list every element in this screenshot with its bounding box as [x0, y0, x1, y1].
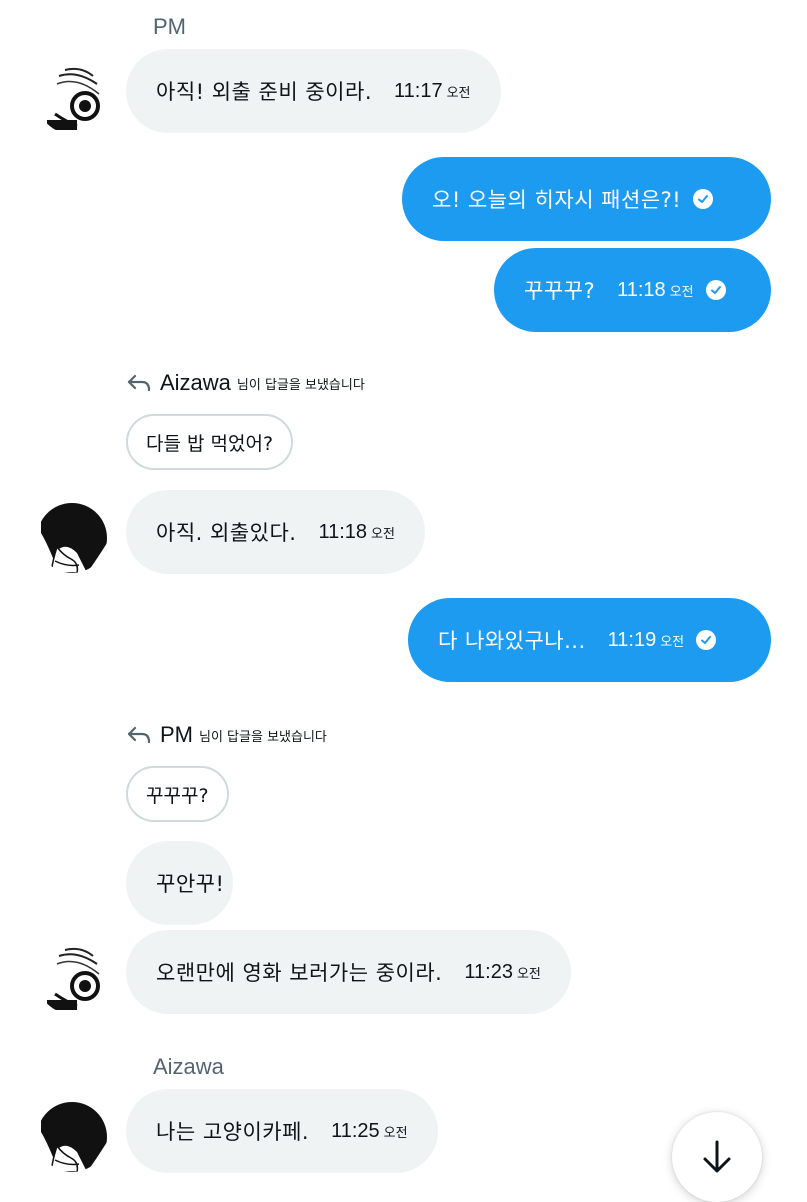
- reply-header: PM 님이 답글을 보냈습니다: [126, 720, 327, 750]
- read-check-icon: [696, 630, 717, 650]
- message-text: 꾸꾸꾸?: [524, 279, 596, 303]
- message-ampm: 오전: [371, 526, 395, 542]
- message-ampm: 오전: [669, 284, 694, 300]
- avatar-aizawa-image: [37, 1102, 107, 1172]
- avatar-pm-image: [37, 944, 107, 1014]
- message-ampm: 오전: [446, 85, 471, 101]
- reply-user-name: Aizawa: [160, 370, 231, 395]
- message-text: 아직! 외출 준비 중이라.: [156, 80, 372, 104]
- avatar-pm-image: [37, 64, 107, 134]
- message-time: 11:17: [394, 79, 443, 102]
- message-bubble[interactable]: 꾸안꾸!: [126, 841, 233, 925]
- reply-header: Aizawa 님이 답글을 보냈습니다: [126, 368, 365, 398]
- quoted-message[interactable]: 다들 밥 먹었어?: [126, 414, 294, 470]
- message-ampm: 오전: [383, 1125, 408, 1141]
- message-time: 11:23: [464, 960, 513, 983]
- message-bubble[interactable]: 오랜만에 영화 보러가는 중이라. 11:23 오전: [126, 930, 571, 1014]
- message-ampm: 오전: [660, 634, 685, 650]
- sender-name: Aizawa: [153, 1054, 224, 1079]
- message-bubble-outgoing[interactable]: 오! 오늘의 히자시 패션은?!: [402, 157, 771, 241]
- message-bubble[interactable]: 나는 고양이카페. 11:25 오전: [126, 1089, 438, 1173]
- message-time: 11:18: [617, 278, 666, 301]
- reply-arrow-icon: [127, 374, 151, 392]
- reply-suffix: 님이 답글을 보냈습니다: [199, 729, 327, 745]
- message-text: 오! 오늘의 히자시 패션은?!: [432, 188, 682, 212]
- avatar-pm[interactable]: [37, 64, 107, 134]
- reply-suffix: 님이 답글을 보냈습니다: [236, 377, 365, 393]
- message-bubble-outgoing[interactable]: 다 나와있구나... 11:19 오전: [408, 598, 771, 682]
- avatar-aizawa-image: [37, 503, 107, 573]
- sender-name: PM: [153, 14, 186, 39]
- reply-user-name: PM: [160, 722, 193, 747]
- message-time: 11:19: [607, 628, 657, 651]
- avatar-pm[interactable]: [37, 944, 107, 1014]
- message-text: 나는 고양이카페.: [156, 1120, 310, 1144]
- message-text: 아직. 외출있다.: [156, 521, 297, 545]
- read-check-icon: [705, 280, 726, 300]
- message-text: 꾸안꾸!: [156, 872, 225, 896]
- message-ampm: 오전: [516, 966, 541, 982]
- message-time: 11:18: [318, 520, 368, 543]
- reply-arrow-icon: [127, 726, 151, 744]
- message-bubble[interactable]: 아직. 외출있다. 11:18 오전: [126, 490, 425, 574]
- message-time: 11:25: [331, 1119, 380, 1142]
- message-text: 오랜만에 영화 보러가는 중이라.: [156, 961, 443, 985]
- arrow-down-icon: [703, 1140, 731, 1173]
- read-check-icon: [693, 189, 714, 209]
- scroll-to-bottom-button[interactable]: [672, 1112, 762, 1202]
- quoted-message[interactable]: 꾸꾸꾸?: [126, 766, 229, 822]
- message-bubble-outgoing[interactable]: 꾸꾸꾸? 11:18 오전: [494, 248, 771, 332]
- avatar-aizawa[interactable]: [37, 503, 107, 573]
- message-bubble[interactable]: 아직! 외출 준비 중이라. 11:17 오전: [126, 49, 501, 133]
- avatar-aizawa[interactable]: [37, 1102, 107, 1172]
- message-text: 다 나와있구나...: [438, 629, 586, 653]
